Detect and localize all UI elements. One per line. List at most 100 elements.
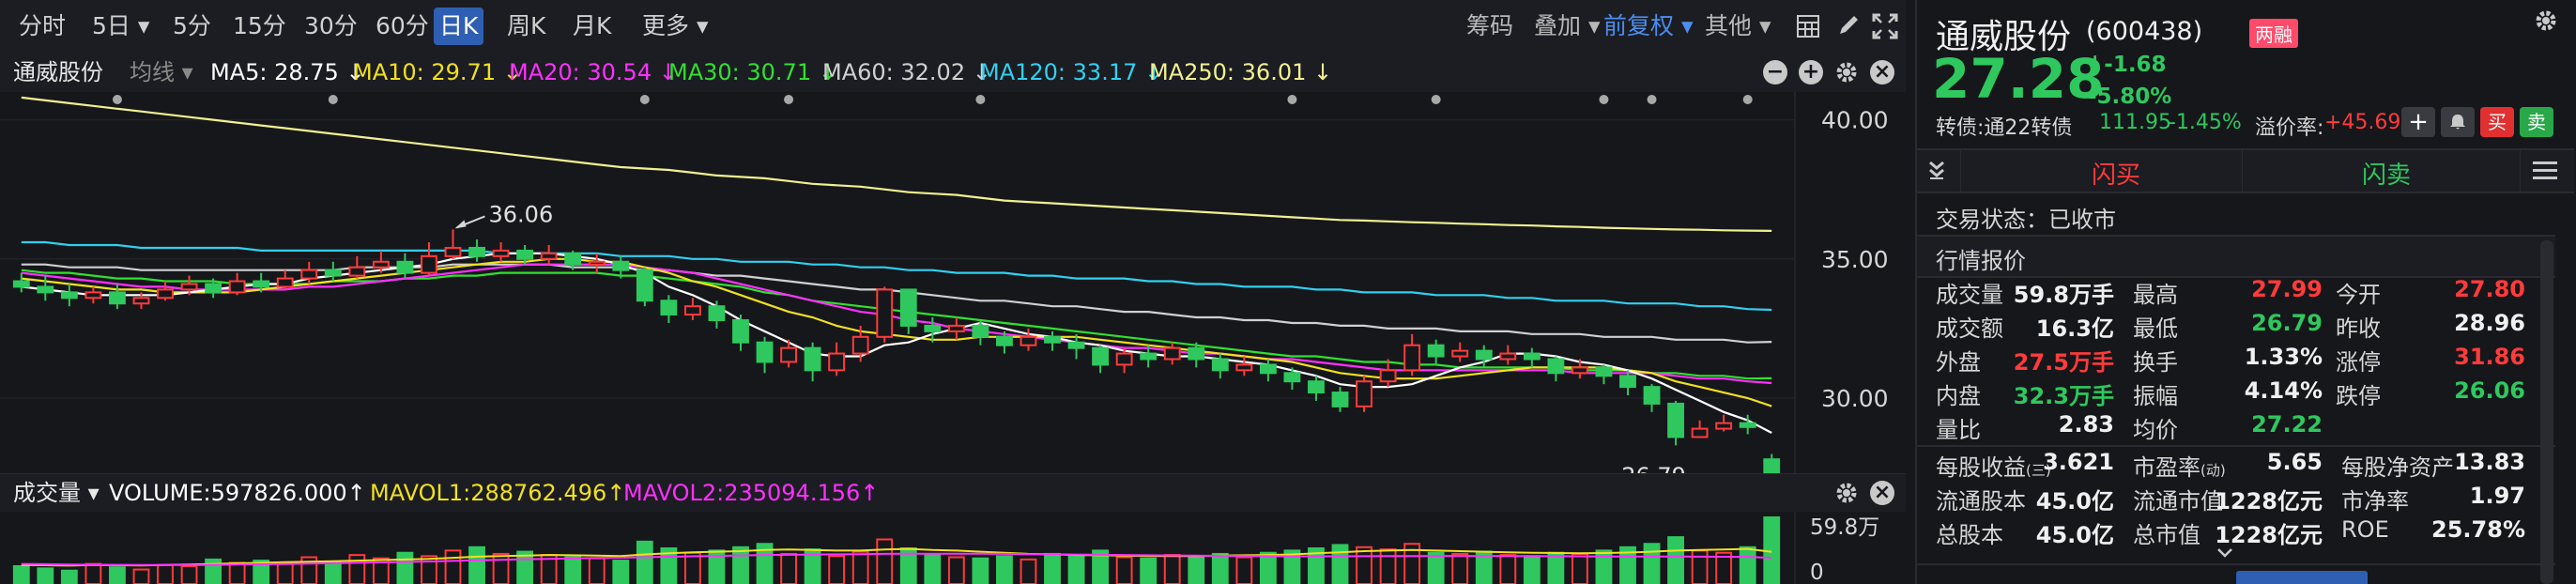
collapse-minus-icon[interactable]: − <box>1763 60 1787 85</box>
volume-bar <box>132 568 150 584</box>
period-tab-weekly[interactable]: 周K <box>501 8 551 45</box>
volume-settings-gear-icon[interactable] <box>1834 481 1859 505</box>
candle <box>1356 376 1372 412</box>
add-plus-icon[interactable]: + <box>1799 60 1823 85</box>
period-tab-30min[interactable]: 30分 <box>299 8 363 45</box>
ma30-label: MA30: 30.71 ↓ <box>668 59 837 85</box>
volume-title-dropdown[interactable]: 成交量 ▾ <box>13 473 100 513</box>
stat-label: 振幅 <box>2133 383 2178 409</box>
flash-sell-button[interactable]: 闪卖 <box>2362 156 2411 191</box>
layout-grid-icon[interactable] <box>1797 15 1819 38</box>
volume-bar <box>1259 551 1277 584</box>
fundamental-label: 市净率 <box>2341 483 2409 515</box>
period-tab-intraday[interactable]: 分时 <box>13 8 71 45</box>
volume-bar <box>180 564 198 584</box>
period-tab-5min[interactable]: 5分 <box>167 8 217 45</box>
volume-bar <box>1188 555 1205 584</box>
volume-bar <box>1379 548 1397 584</box>
menu-hamburger-icon[interactable] <box>2533 160 2557 182</box>
sell-button[interactable]: 卖 <box>2520 107 2553 137</box>
volume-bar <box>1163 554 1181 584</box>
active-tab-indicator[interactable] <box>2236 571 2368 584</box>
volume-bar <box>1356 546 1372 584</box>
stat-label: 今开 <box>2336 282 2381 308</box>
volume-bar <box>564 556 582 584</box>
alert-bell-icon[interactable] <box>2441 107 2475 137</box>
ma-type-dropdown[interactable]: 均线 ▾ <box>130 53 193 92</box>
volume-bar <box>972 557 989 584</box>
volume-bar <box>60 569 78 584</box>
volume-bar <box>1331 544 1349 584</box>
stat-value: 16.3亿 <box>2035 315 2114 342</box>
price-change: ↓-1.68 <box>2086 53 2167 77</box>
ma-indicator-bar: 通威股份 均线 ▾ MA5: 28.75 ↓ MA10: 29.71 ↓ MA2… <box>0 53 1906 93</box>
stat-label: 均价 <box>2133 417 2178 443</box>
ma120-label: MA120: 33.17 ↓ <box>980 59 1164 85</box>
fundamental-value: 1228亿元 <box>2215 522 2323 548</box>
mavol2-label: MAVOL2:235094.156↑ <box>623 480 880 506</box>
volume-bar <box>492 552 510 584</box>
other-dropdown[interactable]: 其他 ▾ <box>1699 8 1777 45</box>
chips-button[interactable]: 筹码 <box>1461 8 1519 45</box>
volume-bar <box>37 567 54 584</box>
volume-bar <box>1044 552 1061 584</box>
volume-bar <box>851 550 869 584</box>
panel-scrollbar[interactable] <box>2540 240 2553 584</box>
period-tab-daily[interactable]: 日K <box>434 8 484 45</box>
volume-indicator-bar: 成交量 ▾ VOLUME:597826.000↑ MAVOL1:288762.4… <box>0 473 1906 513</box>
volume-bar <box>444 549 462 584</box>
settings-gear-icon[interactable] <box>1834 60 1859 85</box>
stat-value: 27.80 <box>2454 276 2525 302</box>
volume-bar <box>324 561 342 584</box>
adjust-dropdown[interactable]: 前复权 ▾ <box>1598 8 1699 45</box>
current-price: 27.28 <box>1932 47 2105 111</box>
fundamental-label-text: 每股净资产 <box>2341 454 2454 481</box>
volume-bar <box>421 555 437 584</box>
period-tab-60min[interactable]: 60分 <box>370 8 435 45</box>
add-watchlist-icon[interactable]: + <box>2401 107 2435 137</box>
draw-pen-icon[interactable] <box>1836 13 1861 38</box>
event-marker-dot <box>1742 95 1753 104</box>
volume-bar <box>12 564 30 584</box>
more-periods-dropdown[interactable]: 更多 ▾ <box>636 8 714 45</box>
overlay-dropdown[interactable]: 叠加 ▾ <box>1528 8 1606 45</box>
period-tab-15min[interactable]: 15分 <box>227 8 292 45</box>
event-marker-dot <box>639 95 650 104</box>
fundamental-label: 流通市值 <box>2133 483 2223 515</box>
buy-button[interactable]: 买 <box>2480 107 2514 137</box>
volume-bar <box>732 546 749 584</box>
flash-buy-button[interactable]: 闪买 <box>2092 156 2140 191</box>
stat-value: 31.86 <box>2454 344 2525 370</box>
close-indicator-icon[interactable]: × <box>1870 60 1894 85</box>
fundamental-label-suffix: (动) <box>2200 462 2226 479</box>
stat-value: 1.33% <box>2244 344 2323 370</box>
candlestick-chart[interactable]: 40.00 35.00 30.00 36.06 26.79 <box>0 92 1906 473</box>
collapse-double-chevron-icon[interactable] <box>1926 160 1947 180</box>
stat-label: 外盘 <box>1936 349 1981 376</box>
volume-bar <box>1235 556 1253 584</box>
fundamental-value: 3.621 <box>2043 449 2114 475</box>
volume-bar <box>636 540 653 584</box>
volume-bar <box>396 551 414 584</box>
flash-trade-bar: 闪买 闪卖 <box>1917 148 2574 193</box>
panel-settings-gear-icon[interactable] <box>2533 8 2559 34</box>
price-change-pct: -5.80% <box>2088 85 2172 109</box>
fundamental-label: ROE <box>2341 516 2389 543</box>
period-tab-5day[interactable]: 5日 ▾ <box>86 8 155 45</box>
ma250-label: MA250: 36.01 ↓ <box>1149 59 1333 85</box>
volume-chart[interactable]: 59.8万 0 <box>0 512 1906 584</box>
stat-value: 28.96 <box>2454 310 2525 336</box>
volume-bar <box>276 562 294 584</box>
volume-bar <box>1451 552 1469 584</box>
convertible-bond-label[interactable]: 转债:通22转债 <box>1936 111 2072 141</box>
convertible-bond-price: 111.95 <box>2099 111 2171 134</box>
expand-chevron-down-icon[interactable] <box>2216 546 2234 560</box>
period-tab-monthly[interactable]: 月K <box>567 8 617 45</box>
fundamental-value: 5.65 <box>2266 449 2323 475</box>
fundamental-label-text: 流通股本 <box>1936 488 2026 515</box>
stat-value: 32.3万手 <box>2013 383 2114 409</box>
volume-bar <box>1667 536 1684 584</box>
volume-close-icon[interactable]: × <box>1870 481 1894 505</box>
volume-bar <box>924 554 942 584</box>
fullscreen-icon[interactable] <box>1872 13 1898 39</box>
